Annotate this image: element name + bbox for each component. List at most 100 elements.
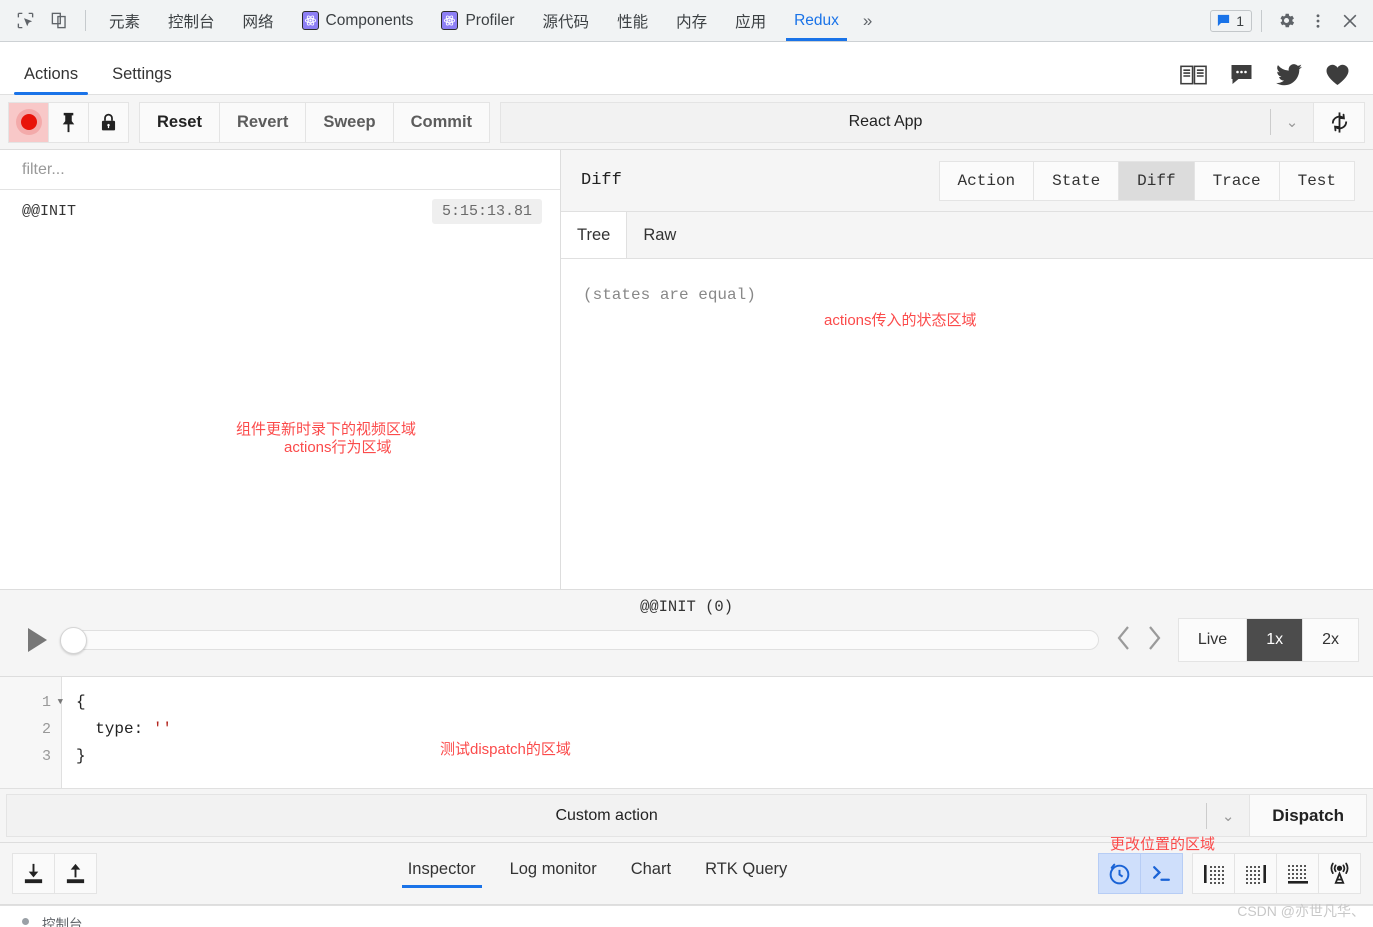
action-name: @@INIT bbox=[22, 203, 77, 220]
slider-track[interactable] bbox=[60, 630, 1099, 650]
tab-label: 元素 bbox=[109, 13, 141, 31]
inspector-tab-trace[interactable]: Trace bbox=[1193, 160, 1280, 201]
chat-icon[interactable] bbox=[1229, 64, 1254, 86]
tab-memory[interactable]: 内存 bbox=[662, 0, 721, 41]
tab-components[interactable]: Components bbox=[288, 0, 428, 41]
filter-input[interactable] bbox=[22, 160, 538, 179]
fold-arrow-icon[interactable]: ▼ bbox=[58, 689, 63, 716]
message-count-chip[interactable]: 1 bbox=[1210, 9, 1252, 32]
import-icon[interactable] bbox=[12, 853, 55, 894]
console-strip: 控制台 bbox=[0, 905, 1373, 927]
dispatch-code-editor[interactable]: 1 ▼ 2 3 { type: '' } 测试dispatch的区域 bbox=[0, 677, 1373, 789]
custom-action-selector[interactable]: Custom action ⌄ bbox=[6, 794, 1251, 837]
monitor-tab-log-monitor[interactable]: Log monitor bbox=[510, 860, 597, 888]
redux-nav-actions[interactable]: Actions bbox=[14, 65, 89, 95]
tab-profiler[interactable]: Profiler bbox=[427, 0, 528, 41]
chevron-down-icon[interactable]: ⌄ bbox=[1271, 113, 1313, 131]
redux-nav-settings[interactable]: Settings bbox=[102, 65, 182, 94]
tab-label: 网络 bbox=[242, 13, 274, 31]
button-label: Revert bbox=[236, 112, 289, 131]
time-travel-icon[interactable] bbox=[1098, 853, 1141, 894]
tab-sources[interactable]: 源代码 bbox=[529, 0, 604, 41]
speed-label: 2x bbox=[1322, 631, 1339, 648]
editor-code[interactable]: { type: '' } bbox=[62, 677, 1373, 788]
more-tabs-icon[interactable]: » bbox=[853, 0, 882, 41]
speed-live-button[interactable]: Live bbox=[1177, 618, 1248, 662]
slider-caption: @@INIT (0) bbox=[639, 598, 733, 616]
dock-left-icon[interactable] bbox=[1192, 853, 1235, 894]
chevron-right-icon[interactable] bbox=[1146, 625, 1163, 656]
device-toolbar-icon[interactable] bbox=[42, 0, 76, 41]
custom-action-label: Custom action bbox=[555, 806, 658, 824]
tab-application[interactable]: 应用 bbox=[721, 0, 780, 41]
tab-label: Redux bbox=[794, 11, 839, 29]
nav-label: Settings bbox=[112, 65, 172, 83]
annotation-state-area: actions传入的状态区域 bbox=[824, 312, 977, 329]
tab-label: Diff bbox=[1137, 171, 1176, 190]
sweep-button[interactable]: Sweep bbox=[305, 101, 394, 143]
remote-broadcast-icon[interactable] bbox=[1318, 853, 1361, 894]
instance-selector[interactable]: React App ⌄ bbox=[500, 101, 1314, 143]
inspector-tab-state[interactable]: State bbox=[1033, 160, 1120, 201]
subtab-tree[interactable]: Tree bbox=[561, 212, 628, 258]
divider bbox=[1261, 9, 1262, 32]
monitor-tab-chart[interactable]: Chart bbox=[631, 860, 671, 888]
subtab-raw[interactable]: Raw bbox=[627, 212, 692, 258]
pin-icon[interactable] bbox=[48, 101, 89, 143]
nav-label: Actions bbox=[24, 65, 79, 83]
console-icon[interactable] bbox=[1140, 853, 1183, 894]
revert-button[interactable]: Revert bbox=[218, 101, 307, 143]
tab-console[interactable]: 控制台 bbox=[154, 0, 229, 41]
dispatch-button[interactable]: Dispatch bbox=[1249, 794, 1367, 837]
tab-label: Profiler bbox=[465, 11, 515, 29]
tab-elements[interactable]: 元素 bbox=[95, 0, 154, 41]
main-split: @@INIT 5:15:13.81 actions行为区域 Diff Actio… bbox=[0, 150, 1373, 589]
refresh-icon[interactable] bbox=[1313, 101, 1365, 143]
dock-bottom-icon[interactable] bbox=[1276, 853, 1319, 894]
code-text: } bbox=[76, 747, 86, 765]
chevron-left-icon[interactable] bbox=[1115, 625, 1132, 656]
monitor-tab-inspector[interactable]: Inspector bbox=[401, 859, 482, 888]
tab-redux[interactable]: Redux bbox=[780, 0, 853, 41]
redux-nav-bar: Actions Settings bbox=[0, 42, 1373, 95]
tab-network[interactable]: 网络 bbox=[229, 0, 288, 41]
slider-track-wrap[interactable] bbox=[60, 626, 1099, 654]
monitor-tab-rtk-query[interactable]: RTK Query bbox=[705, 860, 787, 888]
slider-nav-arrows bbox=[1099, 625, 1179, 656]
chevron-down-icon[interactable]: ⌄ bbox=[1207, 807, 1249, 825]
heart-icon[interactable] bbox=[1324, 63, 1351, 86]
inspector-tab-diff[interactable]: Diff bbox=[1118, 160, 1195, 201]
close-icon[interactable] bbox=[1335, 11, 1365, 31]
tab-performance[interactable]: 性能 bbox=[603, 0, 662, 41]
list-item[interactable]: @@INIT 5:15:13.81 bbox=[0, 190, 560, 233]
tab-label: Trace bbox=[1212, 171, 1261, 190]
tab-label: Inspector bbox=[407, 859, 476, 878]
inspector-tab-group: Action State Diff Trace Test bbox=[938, 160, 1355, 201]
inspect-element-icon[interactable] bbox=[8, 0, 42, 41]
lock-icon[interactable] bbox=[88, 101, 129, 143]
tab-label: RTK Query bbox=[705, 859, 788, 878]
tab-label: Action bbox=[957, 171, 1016, 190]
inspector-tab-action[interactable]: Action bbox=[938, 160, 1035, 201]
dispatch-label: Dispatch bbox=[1272, 805, 1344, 825]
inspector-tab-test[interactable]: Test bbox=[1278, 160, 1355, 201]
more-vertical-icon[interactable] bbox=[1303, 12, 1333, 30]
play-icon[interactable] bbox=[14, 627, 60, 653]
commit-button[interactable]: Commit bbox=[392, 101, 491, 143]
tab-label: Chart bbox=[630, 859, 672, 878]
line-number: 2 bbox=[0, 716, 61, 743]
reset-button[interactable]: Reset bbox=[139, 101, 220, 143]
docs-book-icon[interactable] bbox=[1180, 64, 1207, 86]
speed-2x-button[interactable]: 2x bbox=[1302, 618, 1359, 662]
slider-thumb[interactable] bbox=[60, 626, 87, 654]
redux-toolbar: Reset Revert Sweep Commit React App ⌄ bbox=[0, 95, 1373, 150]
subtab-label: Tree bbox=[577, 225, 611, 244]
tab-label: 性能 bbox=[617, 13, 649, 31]
settings-gear-icon[interactable] bbox=[1271, 11, 1301, 30]
record-icon[interactable] bbox=[8, 101, 49, 143]
speed-1x-button[interactable]: 1x bbox=[1246, 618, 1304, 662]
dock-right-icon[interactable] bbox=[1234, 853, 1277, 894]
twitter-icon[interactable] bbox=[1276, 63, 1302, 86]
message-count: 1 bbox=[1236, 12, 1244, 29]
export-icon[interactable] bbox=[54, 853, 97, 894]
